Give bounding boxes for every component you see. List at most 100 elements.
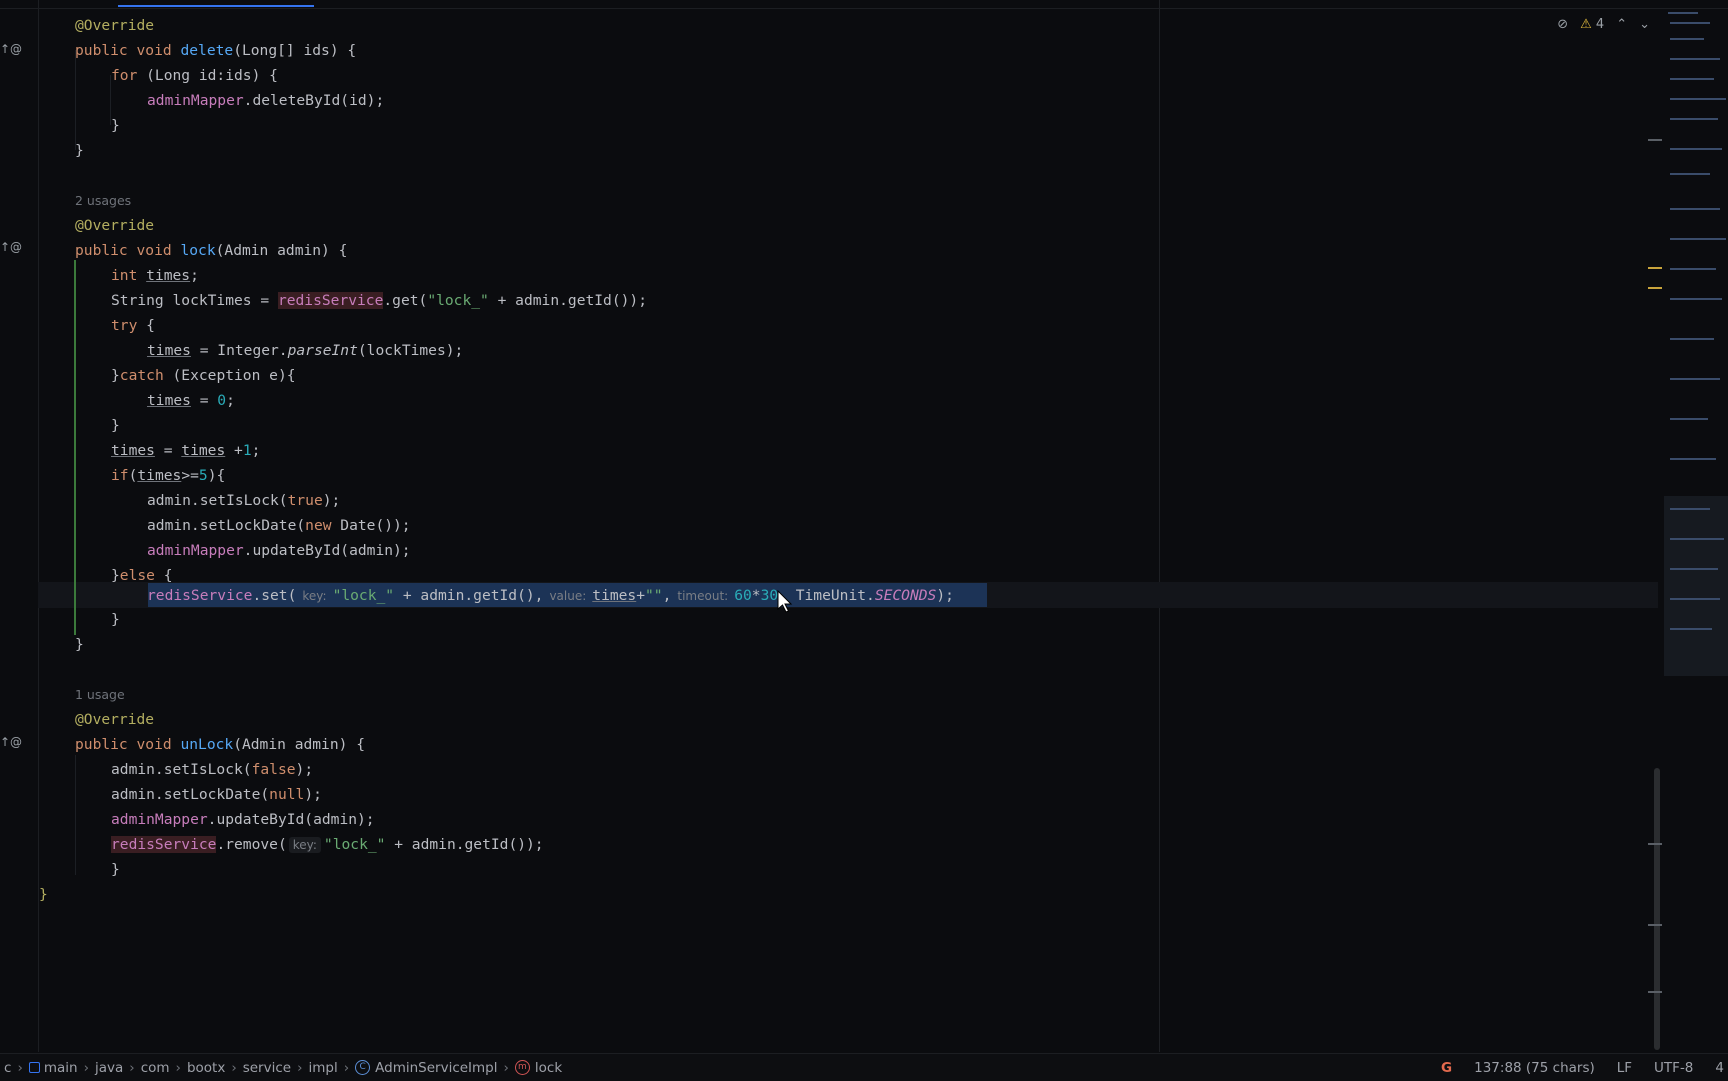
number-literal: 0 xyxy=(217,392,227,409)
annotation: @Override xyxy=(75,17,155,34)
field-ref: adminMapper xyxy=(147,92,244,109)
vertical-scrollbar[interactable] xyxy=(1654,768,1660,1050)
chevron-up-icon[interactable]: ⌃ xyxy=(1616,17,1627,32)
breadcrumb-item[interactable]: m lock xyxy=(514,1060,562,1076)
warning-count: 4 xyxy=(1595,16,1605,32)
override-gutter-icon[interactable]: @ xyxy=(10,240,22,254)
breadcrumb-item[interactable]: bootx xyxy=(187,1060,225,1076)
number-literal: 60 xyxy=(734,587,752,604)
chevron-down-icon[interactable]: ⌄ xyxy=(1639,17,1650,32)
number-literal: 5 xyxy=(198,467,208,484)
keyword: void xyxy=(136,736,172,753)
keyword: void xyxy=(136,42,172,59)
status-bar: c › main › java › com › bootx › service … xyxy=(0,1053,1728,1081)
field-ref: redisService xyxy=(111,836,217,853)
breadcrumb-item[interactable]: c xyxy=(4,1060,11,1076)
scroll-marker[interactable] xyxy=(1648,991,1662,993)
enum-constant: SECONDS xyxy=(874,587,937,604)
minimap-viewport[interactable] xyxy=(1664,496,1728,676)
code-text: admin.setIsLock( xyxy=(147,492,288,509)
code-text: ); xyxy=(936,587,954,604)
code-text: } xyxy=(111,117,120,134)
code-line: adminMapper.updateById(admin); xyxy=(111,807,375,832)
code-line: @Override xyxy=(75,707,154,732)
code-line: } xyxy=(111,413,120,438)
breadcrumb-label: AdminServiceImpl xyxy=(375,1059,498,1076)
code-line: }catch (Exception e){ xyxy=(111,363,296,388)
code-text: admin.setLockDate( xyxy=(147,517,306,534)
warning-indicator[interactable]: ⚠ 4 xyxy=(1580,17,1604,32)
implements-arrow-icon[interactable]: ↑ xyxy=(0,42,10,56)
keyword: try xyxy=(111,317,138,334)
code-text: } xyxy=(111,417,120,434)
parameter-hint: timeout: xyxy=(677,589,729,603)
code-line: admin.setIsLock(false); xyxy=(111,757,313,782)
usages-link[interactable]: 1 usage xyxy=(75,687,125,702)
code-line: @Override xyxy=(75,13,154,38)
usages-link[interactable]: 2 usages xyxy=(75,193,131,208)
breadcrumb-item[interactable]: C AdminServiceImpl xyxy=(355,1059,498,1076)
code-text: = xyxy=(190,392,218,409)
google-icon[interactable]: G xyxy=(1441,1060,1452,1076)
breadcrumb-item[interactable]: main xyxy=(28,1060,78,1076)
eye-off-icon[interactable]: ⊘ xyxy=(1557,17,1568,32)
method-icon: m xyxy=(514,1060,530,1075)
code-text: + admin.getId(), xyxy=(394,587,544,604)
code-text: .deleteById(id); xyxy=(243,92,385,109)
code-text: ); xyxy=(322,492,341,509)
code-text: , xyxy=(662,587,672,604)
code-text: + xyxy=(636,587,646,604)
scroll-marker-warning[interactable] xyxy=(1648,287,1662,289)
variable: times xyxy=(146,267,191,284)
line-separator[interactable]: LF xyxy=(1617,1060,1632,1076)
inspection-widget[interactable]: ⊘ ⚠ 4 ⌃ ⌄ xyxy=(1557,14,1650,34)
navigation-breadcrumbs: c › main › java › com › bootx › service … xyxy=(0,1054,566,1081)
code-text: (Admin admin) { xyxy=(215,242,348,259)
breadcrumb-item[interactable]: impl xyxy=(308,1060,337,1076)
keyword: public xyxy=(75,736,128,753)
code-text: .updateById(admin); xyxy=(207,811,375,828)
code-line: try { xyxy=(111,313,155,338)
keyword: if xyxy=(111,467,129,484)
file-encoding[interactable]: UTF-8 xyxy=(1654,1060,1693,1076)
code-text: .updateById(admin); xyxy=(243,542,411,559)
breadcrumb-item[interactable]: service xyxy=(243,1060,291,1076)
scroll-marker-warning[interactable] xyxy=(1648,267,1662,269)
scroll-marker[interactable] xyxy=(1648,843,1662,845)
implements-arrow-icon[interactable]: ↑ xyxy=(0,240,10,254)
code-line: if(times>=5){ xyxy=(111,463,225,488)
string-literal: "" xyxy=(645,587,663,604)
breadcrumb-item[interactable]: java xyxy=(95,1060,123,1076)
chevron-right-icon: › xyxy=(129,1059,135,1076)
caret-position[interactable]: 137:88 (75 chars) xyxy=(1474,1060,1595,1076)
code-line: } xyxy=(111,113,120,138)
scroll-marker[interactable] xyxy=(1648,924,1662,926)
code-minimap[interactable] xyxy=(1664,8,1728,678)
code-text: admin.setLockDate( xyxy=(111,786,270,803)
number-literal: 1 xyxy=(242,442,252,459)
field-ref: redisService xyxy=(147,587,253,604)
usages-hint[interactable]: 1 usage xyxy=(75,682,125,707)
code-text: (Admin admin) { xyxy=(233,736,365,753)
code-editor[interactable]: @Override public void delete(Long[] ids)… xyxy=(38,0,1658,1052)
implements-arrow-icon[interactable]: ↑ xyxy=(0,735,10,749)
code-text: + xyxy=(225,442,243,459)
override-gutter-icon[interactable]: @ xyxy=(10,42,22,56)
variable: times xyxy=(147,392,191,409)
parameter-hint: key: xyxy=(288,837,321,853)
parameter-hint: key: xyxy=(302,589,327,603)
vcs-change-marker[interactable] xyxy=(74,260,76,635)
keyword: for xyxy=(111,67,138,84)
scroll-marker[interactable] xyxy=(1648,139,1662,141)
string-literal: "lock_" xyxy=(427,292,489,309)
breadcrumb-item[interactable]: com xyxy=(141,1060,170,1076)
override-gutter-icon[interactable]: @ xyxy=(10,735,22,749)
editor-gutter[interactable]: ↑ @ ↑ @ ↑ @ xyxy=(0,0,60,1052)
code-text: (Long[] ids) { xyxy=(233,42,357,59)
indent-setting[interactable]: 4 xyxy=(1715,1060,1724,1076)
code-text: } xyxy=(111,367,120,384)
code-text: admin.setIsLock( xyxy=(111,761,252,778)
usages-hint[interactable]: 2 usages xyxy=(75,188,131,213)
chevron-right-icon: › xyxy=(17,1059,23,1076)
chevron-right-icon: › xyxy=(175,1059,181,1076)
